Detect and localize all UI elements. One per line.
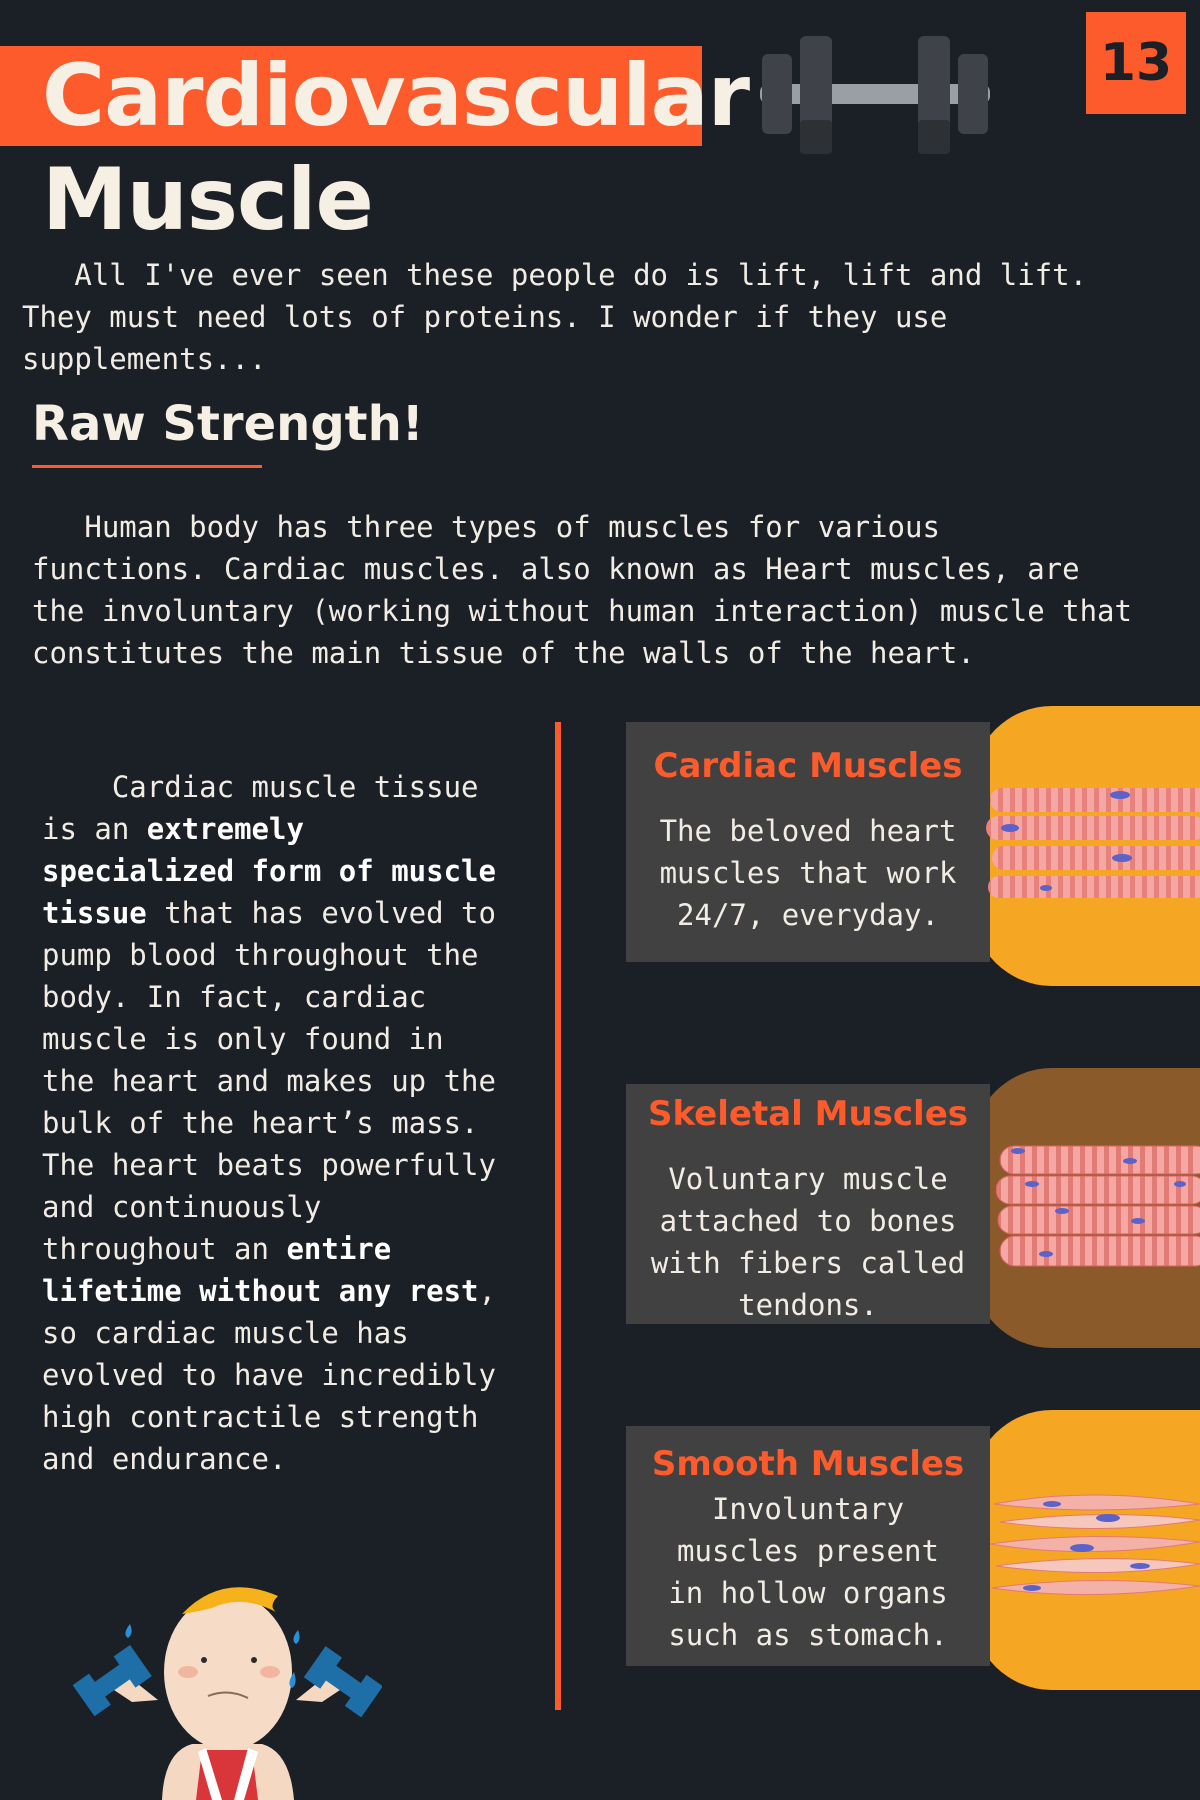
cardiac-card: Cardiac Muscles The beloved heart muscle… <box>626 722 990 962</box>
intro-paragraph: All I've ever seen these people do is li… <box>22 258 1088 376</box>
card-description: Involuntary muscles present in hollow or… <box>668 1492 948 1652</box>
smooth-card: Smooth Muscles Involuntary muscles prese… <box>626 1426 990 1666</box>
cardiac-description: Cardiac muscle tissue is an extremely sp… <box>42 766 522 1480</box>
card-title: Cardiac Muscles <box>653 746 963 786</box>
page-title-line2: Muscle <box>42 150 374 250</box>
section-paragraph: Human body has three types of muscles fo… <box>32 510 1132 670</box>
heading-underline <box>32 465 262 468</box>
skeletal-fiber-illustration <box>996 1145 1200 1267</box>
section-heading: Raw Strength! <box>32 396 424 452</box>
card-description: The beloved heart muscles that work 24/7… <box>659 814 957 932</box>
column-divider <box>555 722 561 1710</box>
smooth-fiber-illustration <box>990 1494 1200 1596</box>
skeletal-card: Skeletal Muscles Voluntary muscle attach… <box>626 1084 990 1324</box>
card-title: Skeletal Muscles <box>647 1094 969 1134</box>
page-number-badge: 13 <box>1086 12 1186 114</box>
cardiac-fiber-illustration <box>986 788 1200 898</box>
card-title: Smooth Muscles <box>651 1444 965 1484</box>
cardiac-text-2: that has evolved to pump blood throughou… <box>42 896 496 1266</box>
dumbbell-icon <box>760 36 990 154</box>
weightlifter-character-illustration <box>72 1587 382 1800</box>
page-title-line1: Cardiovascular <box>42 46 750 146</box>
card-description: Voluntary muscle attached to bones with … <box>650 1162 966 1322</box>
